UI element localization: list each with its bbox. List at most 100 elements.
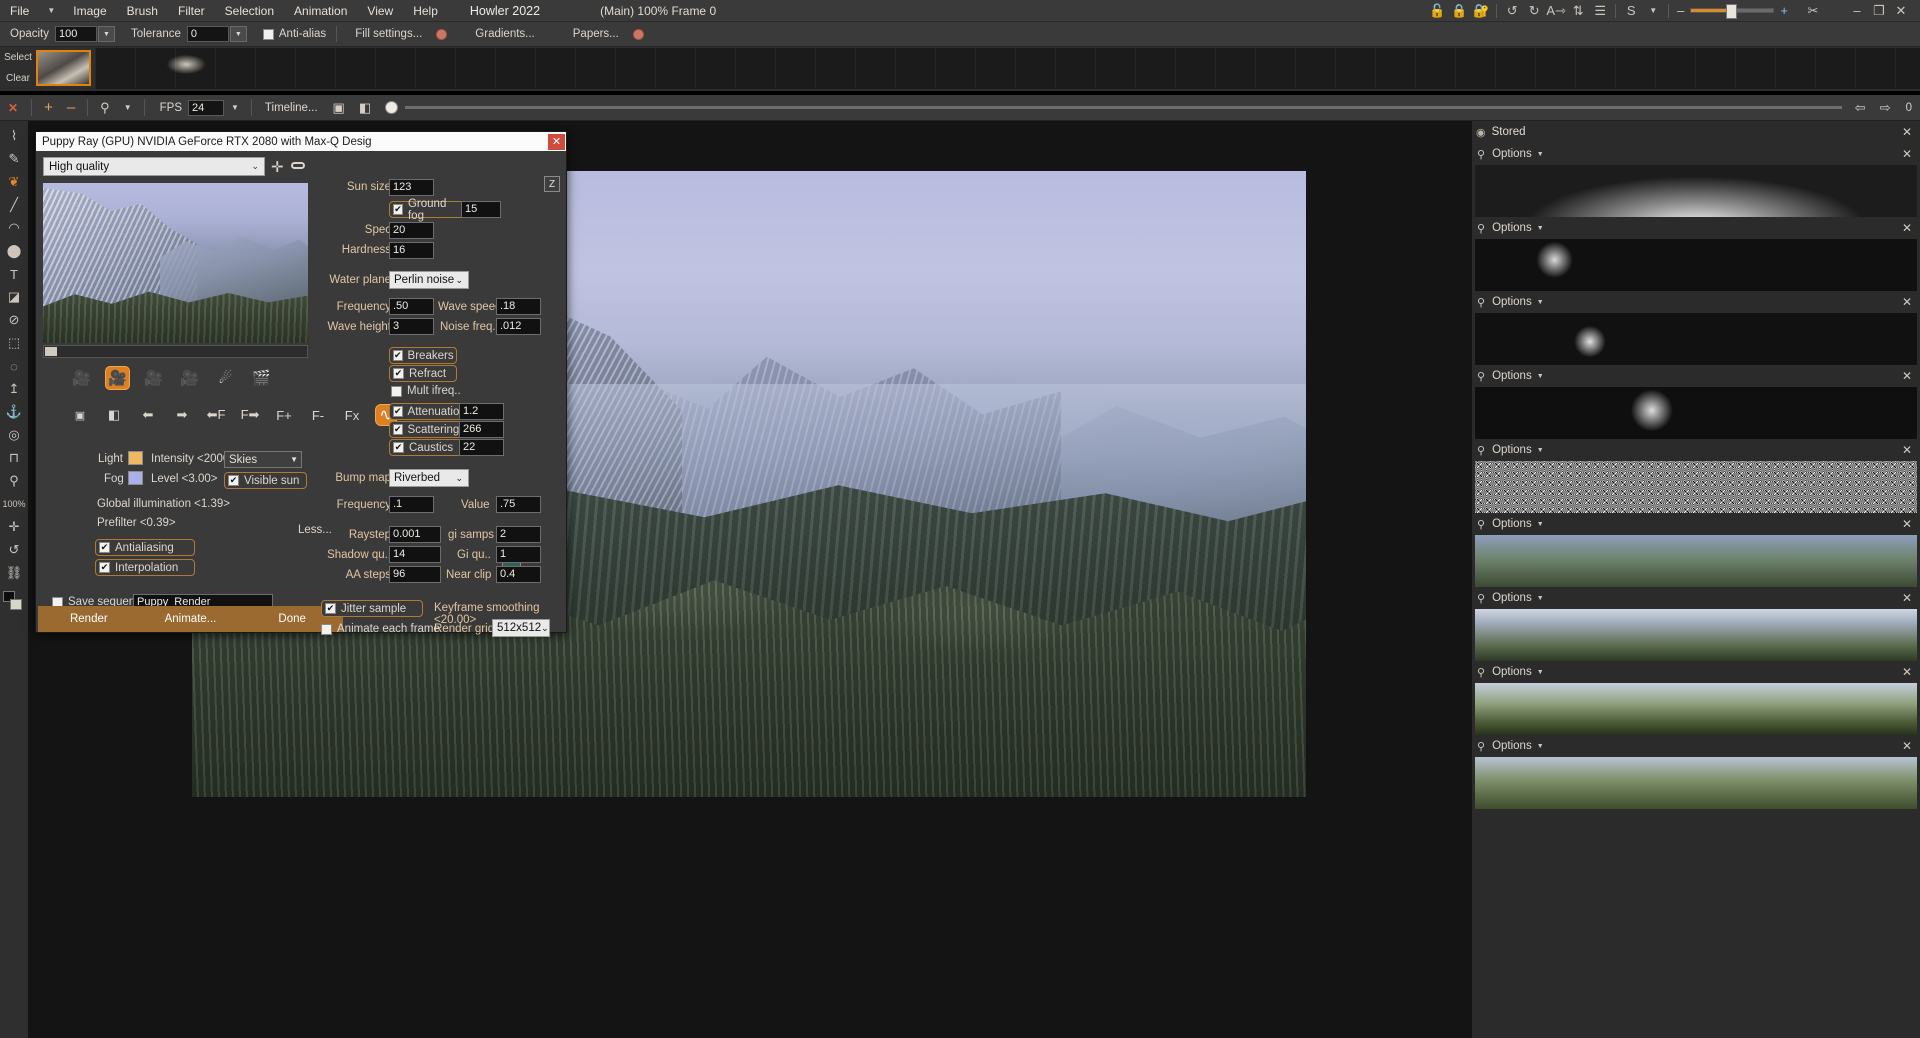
tolerance-input[interactable]: 0 (186, 26, 229, 42)
pin-icon[interactable]: ⚲ (1477, 444, 1485, 457)
keyframe-remove-icon[interactable]: F- (307, 404, 329, 426)
close-icon[interactable]: ✕ (1902, 739, 1912, 753)
close-icon[interactable]: ✕ (1902, 517, 1912, 531)
refract-checkbox[interactable]: ✔ Refract (389, 365, 457, 382)
keyframe-delete-icon[interactable]: Fx (341, 404, 363, 426)
mult-ifreq-checkbox[interactable]: ✔ Mult ifreq.. (391, 385, 461, 397)
close-icon[interactable]: ✕ (1902, 221, 1912, 235)
fill-settings-button[interactable]: Fill settings... (347, 28, 430, 40)
arrow-pointer-icon[interactable]: A⇾ (1545, 1, 1567, 21)
chevron-down-icon[interactable]: ▼ (1537, 669, 1544, 676)
camera-move-icon[interactable]: 🎥 (69, 366, 94, 390)
shape-icon[interactable]: ◠ (2, 217, 26, 239)
chevron-down-icon[interactable]: ▼ (1537, 447, 1544, 454)
frequency-input[interactable]: .50 (389, 298, 434, 315)
stored-panel-close[interactable]: ✕ (1902, 125, 1912, 139)
fog-level-label[interactable]: Level <3.00> (151, 473, 218, 485)
menu-help[interactable]: Help (403, 0, 448, 22)
plus-icon[interactable]: ✛ (271, 158, 284, 176)
crop-rect-icon[interactable]: ⬚ (2, 332, 26, 354)
close-icon[interactable]: ✕ (1902, 443, 1912, 457)
keyframe-play-icon[interactable]: ◧ (103, 404, 125, 426)
keyframe-add-icon[interactable]: F+ (273, 404, 295, 426)
tolerance-dropdown-icon[interactable]: ▼ (229, 26, 247, 42)
pin-icon[interactable]: ⚲ (1477, 666, 1485, 679)
caustics-input[interactable]: 22 (459, 439, 504, 456)
puppy-ray-dialog[interactable]: Puppy Ray (GPU) NVIDIA GeForce RTX 2080 … (35, 131, 567, 637)
chevron-down-icon[interactable]: ▼ (1537, 373, 1544, 380)
animate-each-frame-checkbox[interactable]: ✔ Animate each frame (321, 623, 440, 635)
add-frame-button[interactable]: + (37, 99, 60, 116)
render-button[interactable]: Render (38, 613, 140, 625)
stored-row-options-5[interactable]: ⚲ Options ▼ ✕ (1472, 513, 1920, 535)
interpolation-checkbox[interactable]: ✔ Interpolation (95, 559, 195, 576)
shadow-qu-input[interactable]: 14 (389, 546, 441, 563)
script-s-icon[interactable]: S (1620, 1, 1642, 21)
stored-row-options-6[interactable]: ⚲ Options ▼ ✕ (1472, 587, 1920, 609)
keyframe-first-icon[interactable]: ⬅F (205, 404, 227, 426)
prefilter-label[interactable]: Prefilter <0.39> (97, 517, 176, 529)
magnifier-icon[interactable]: ◌ (2, 355, 26, 377)
water-plane-select[interactable]: Perlin noise ⌄ (389, 271, 469, 289)
stored-thumbnail-0[interactable] (1475, 165, 1917, 217)
keyframe-last-icon[interactable]: F➡ (239, 404, 261, 426)
key-icon[interactable]: ⚲ (93, 100, 117, 116)
fps-caret-icon[interactable]: ▼ (224, 103, 246, 112)
papers-button[interactable]: Papers... (543, 28, 627, 40)
near-clip-input[interactable]: 0.4 (496, 566, 541, 583)
timeline-next-icon[interactable]: ⇨ (1873, 100, 1898, 116)
wave-speed-input[interactable]: .18 (496, 298, 541, 315)
gi-samps-input[interactable]: 2 (496, 526, 541, 543)
pin-icon[interactable]: ⚲ (1477, 592, 1485, 605)
menu-view[interactable]: View (357, 0, 403, 22)
flip-icon[interactable]: ⇅ (1567, 1, 1589, 21)
move-vert-icon[interactable]: ↥ (2, 378, 26, 400)
close-icon[interactable]: ✕ (1902, 591, 1912, 605)
hardness-input[interactable]: 16 (389, 242, 434, 259)
gi-qu-input[interactable]: 1 (496, 546, 541, 563)
dialog-close-button[interactable]: ✕ (548, 133, 565, 150)
spec-input[interactable]: 20 (389, 222, 434, 239)
zoom-slider-knob[interactable] (1725, 4, 1737, 19)
gradients-button[interactable]: Gradients... (447, 28, 542, 40)
render-preview[interactable] (43, 183, 308, 343)
keyframe-next-icon[interactable]: ➡ (171, 404, 193, 426)
pencil-icon[interactable]: ✎ (2, 148, 26, 170)
stored-thumbnail-4[interactable] (1475, 461, 1917, 513)
attenuation-input[interactable]: 1.2 (459, 403, 504, 420)
scattering-checkbox[interactable]: ✔ Scattering (389, 421, 467, 438)
no-fill-icon[interactable]: ⊘ (2, 309, 26, 331)
stored-row-options-3[interactable]: ⚲ Options ▼ ✕ (1472, 365, 1920, 387)
stored-row-options-1[interactable]: ⚲ Options ▼ ✕ (1472, 217, 1920, 239)
background-color-swatch[interactable] (10, 599, 22, 610)
bump-map-select[interactable]: Riverbed ⌄ (389, 469, 469, 487)
ring-icon[interactable]: ◎ (2, 424, 26, 446)
camera-view-icon[interactable]: 🎬 (249, 366, 274, 390)
dialog-titlebar[interactable]: Puppy Ray (GPU) NVIDIA GeForce RTX 2080 … (36, 132, 566, 151)
window-minimize-button[interactable]: – (1846, 1, 1868, 21)
aa-steps-input[interactable]: 96 (389, 566, 441, 583)
color-swatches[interactable] (3, 591, 25, 613)
text-icon[interactable]: T (2, 263, 26, 285)
pin-icon[interactable]: ⚲ (1477, 370, 1485, 383)
timeline-prev-icon[interactable]: ⇦ (1848, 100, 1873, 116)
clone-icon[interactable]: ⬤ (2, 240, 26, 262)
script-caret-icon[interactable]: ▼ (1642, 1, 1664, 21)
menu-brush[interactable]: Brush (117, 0, 168, 22)
visible-sun-checkbox[interactable]: ✔ Visible sun (224, 472, 308, 489)
camera-sphere-icon[interactable]: 🎥 (177, 366, 202, 390)
stored-thumbnail-8[interactable] (1475, 757, 1917, 809)
z-button[interactable]: Z (544, 176, 560, 192)
ground-fog-input[interactable]: 15 (461, 201, 501, 218)
stored-thumbnail-7[interactable] (1475, 683, 1917, 735)
preview-scrollbar[interactable] (43, 345, 308, 358)
pin-icon[interactable]: ⚲ (1477, 296, 1485, 309)
menu-selection[interactable]: Selection (215, 0, 284, 22)
remove-frame-button[interactable]: – (60, 99, 82, 116)
rotate-icon[interactable]: ↺ (2, 539, 26, 561)
stop-icon[interactable]: ▣ (326, 100, 352, 116)
scattering-input[interactable]: 266 (459, 421, 504, 438)
chevron-down-icon[interactable]: ▼ (1537, 743, 1544, 750)
window-close-button[interactable]: ✕ (1890, 1, 1912, 21)
select-frames-button[interactable]: Select (0, 47, 36, 68)
